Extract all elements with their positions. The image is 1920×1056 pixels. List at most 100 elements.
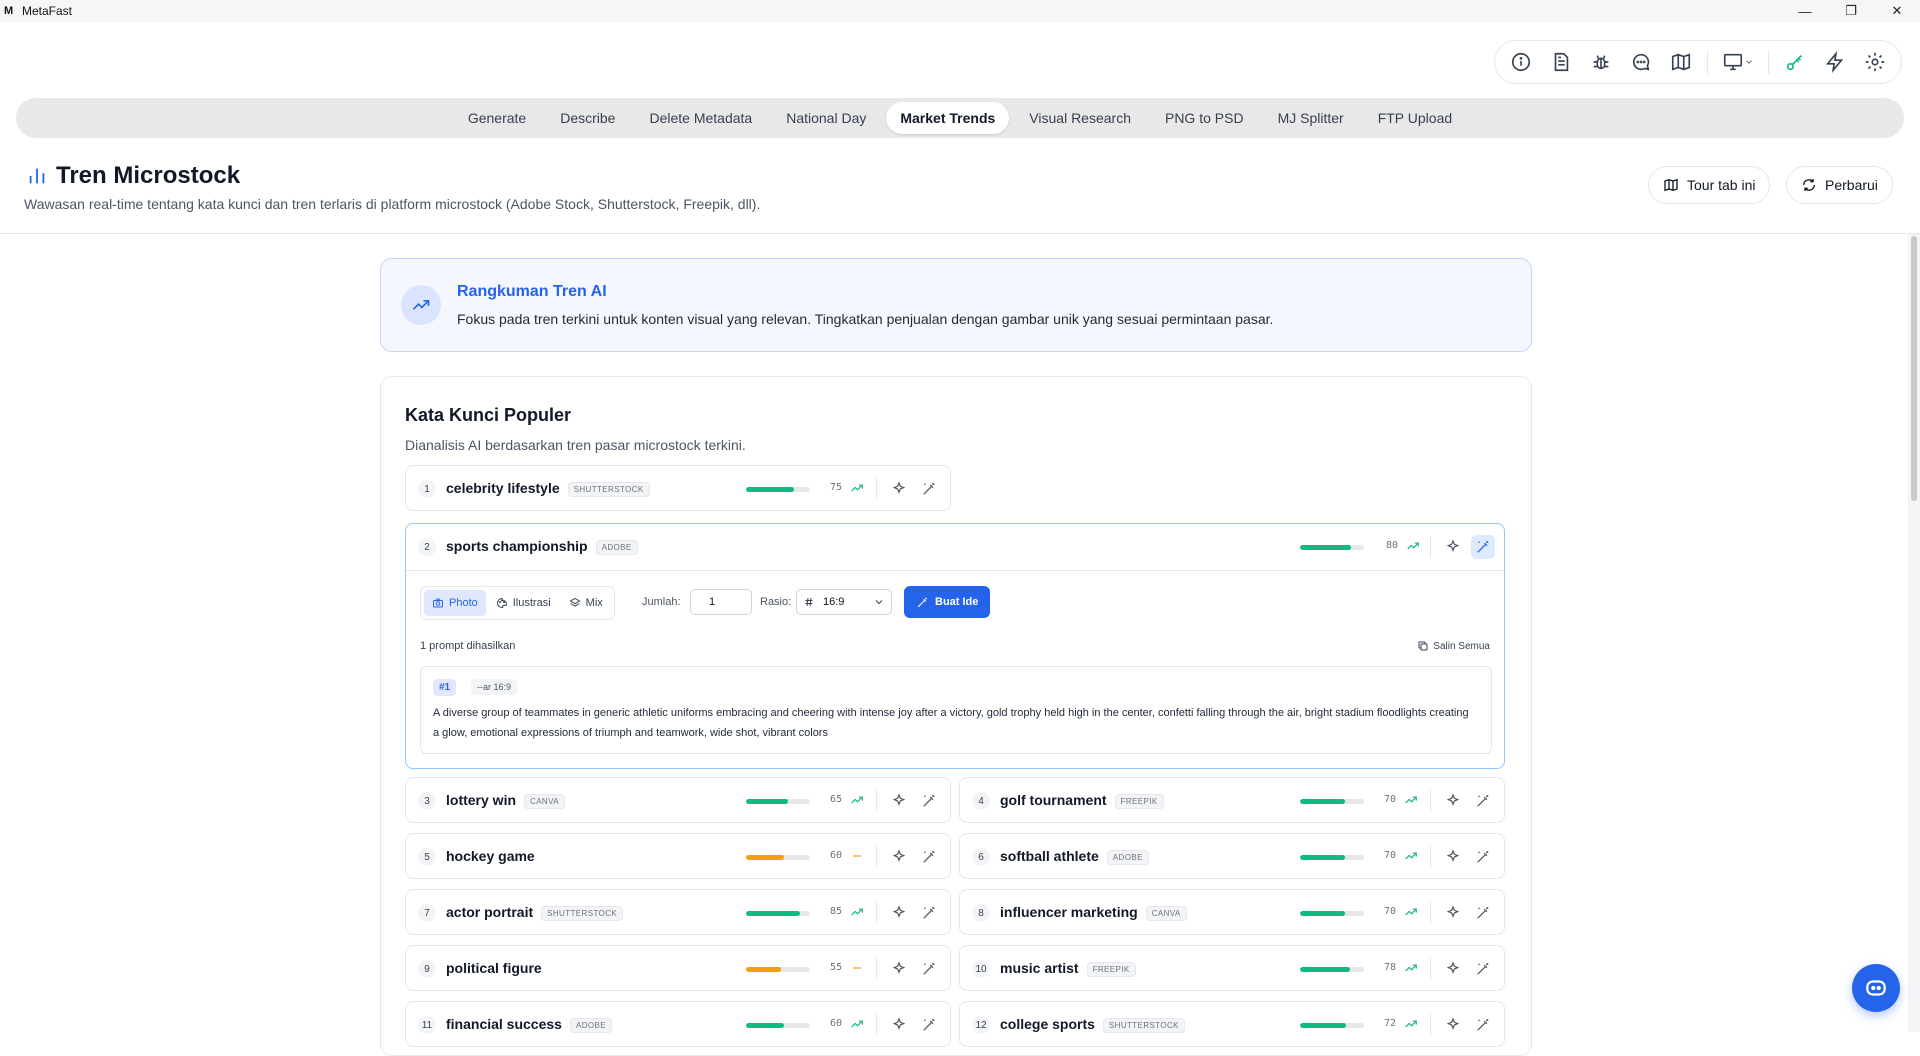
keyword-score: 72 bbox=[1384, 1018, 1397, 1029]
gear-icon[interactable] bbox=[1857, 44, 1893, 80]
mode-switcher: Photo Ilustrasi Mix bbox=[420, 586, 615, 620]
keyword-rank: 12 bbox=[972, 1016, 990, 1034]
refresh-button[interactable]: Perbarui bbox=[1786, 166, 1893, 204]
chevron-down-icon bbox=[875, 600, 883, 605]
magic-wand-button[interactable] bbox=[917, 789, 941, 813]
bug-icon[interactable] bbox=[1583, 44, 1619, 80]
minus-icon bbox=[850, 961, 864, 975]
magic-wand-button[interactable] bbox=[917, 477, 941, 501]
sparkles-button[interactable] bbox=[1441, 957, 1465, 981]
row-divider bbox=[876, 846, 877, 868]
map-icon[interactable] bbox=[1663, 44, 1699, 80]
keywords-title: Kata Kunci Populer bbox=[405, 405, 572, 425]
restore-button[interactable]: ❐ bbox=[1828, 0, 1874, 22]
keyword-score-bar bbox=[1300, 967, 1364, 972]
chatbot-button[interactable] bbox=[1852, 964, 1900, 1012]
tab-png-to-psd[interactable]: PNG to PSD bbox=[1151, 102, 1258, 134]
mode-illustration-button[interactable]: Ilustrasi bbox=[488, 590, 559, 616]
tab-ftp-upload[interactable]: FTP Upload bbox=[1364, 102, 1466, 134]
keyword-score: 75 bbox=[830, 482, 843, 493]
tab-generate[interactable]: Generate bbox=[454, 102, 540, 134]
magic-wand-button[interactable] bbox=[1471, 901, 1495, 925]
minimize-button[interactable]: — bbox=[1782, 0, 1828, 22]
lightning-icon[interactable] bbox=[1817, 44, 1853, 80]
keyword-row[interactable]: 4 golf tournament FREEPIK 70 bbox=[959, 777, 1505, 823]
magic-wand-button[interactable] bbox=[1471, 845, 1495, 869]
magic-wand-button[interactable] bbox=[1471, 789, 1495, 813]
magic-wand-button[interactable] bbox=[1471, 1013, 1495, 1037]
tab-visual-research[interactable]: Visual Research bbox=[1015, 102, 1145, 134]
close-button[interactable]: ✕ bbox=[1874, 0, 1920, 22]
sparkles-button[interactable] bbox=[1441, 535, 1465, 559]
sparkles-button[interactable] bbox=[887, 1013, 911, 1037]
chat-icon[interactable] bbox=[1623, 44, 1659, 80]
keyword-row[interactable]: 8 influencer marketing CANVA 70 bbox=[959, 889, 1505, 935]
main-tabs: Generate Describe Delete Metadata Nation… bbox=[16, 98, 1904, 138]
mode-mix-button[interactable]: Mix bbox=[561, 590, 611, 616]
magic-wand-button[interactable] bbox=[1471, 957, 1495, 981]
copy-all-button[interactable]: Salin Semua bbox=[1417, 636, 1490, 656]
sparkles-button[interactable] bbox=[887, 789, 911, 813]
keyword-score: 60 bbox=[830, 850, 843, 861]
document-icon[interactable] bbox=[1543, 44, 1579, 80]
generate-ideas-button[interactable]: Buat Ide bbox=[904, 586, 991, 618]
keyword-row[interactable]: 9 political figure 55 bbox=[405, 945, 951, 991]
tab-delete-metadata[interactable]: Delete Metadata bbox=[635, 102, 766, 134]
keyword-row[interactable]: 10 music artist FREEPIK 78 bbox=[959, 945, 1505, 991]
keyword-name: hockey game bbox=[446, 848, 535, 864]
magic-wand-button[interactable] bbox=[917, 957, 941, 981]
sparkles-button[interactable] bbox=[1441, 845, 1465, 869]
tab-national-day[interactable]: National Day bbox=[772, 102, 880, 134]
keyword-row[interactable]: 6 softball athlete ADOBE 70 bbox=[959, 833, 1505, 879]
keyword-score-bar bbox=[1300, 911, 1364, 916]
keyword-row[interactable]: 1 celebrity lifestyle SHUTTERSTOCK 75 bbox=[405, 465, 951, 511]
keyword-row[interactable]: 5 hockey game 60 bbox=[405, 833, 951, 879]
keyword-row[interactable]: 11 financial success ADOBE 60 bbox=[405, 1001, 951, 1047]
keyword-score: 60 bbox=[830, 1018, 843, 1029]
divider bbox=[406, 570, 1504, 571]
toolbar-divider bbox=[1707, 50, 1708, 74]
tour-button[interactable]: Tour tab ini bbox=[1648, 166, 1771, 204]
magic-wand-button[interactable] bbox=[917, 901, 941, 925]
camera-icon bbox=[433, 598, 443, 608]
tab-market-trends[interactable]: Market Trends bbox=[886, 102, 1010, 134]
sparkles-button[interactable] bbox=[887, 845, 911, 869]
sparkles-button[interactable] bbox=[887, 901, 911, 925]
keyword-row[interactable]: 7 actor portrait SHUTTERSTOCK 85 bbox=[405, 889, 951, 935]
quantity-input[interactable] bbox=[690, 589, 752, 615]
magic-wand-button[interactable] bbox=[1471, 535, 1495, 559]
scrollbar-thumb[interactable] bbox=[1911, 236, 1917, 501]
sparkles-button[interactable] bbox=[1441, 789, 1465, 813]
prompt-index-badge: #1 bbox=[433, 679, 457, 696]
magic-wand-button[interactable] bbox=[917, 845, 941, 869]
sparkles-button[interactable] bbox=[1441, 1013, 1465, 1037]
magic-wand-icon bbox=[923, 907, 935, 919]
mode-photo-button[interactable]: Photo bbox=[424, 590, 486, 616]
info-icon[interactable] bbox=[1503, 44, 1539, 80]
row-divider bbox=[1430, 902, 1431, 924]
sparkles-button[interactable] bbox=[1441, 901, 1465, 925]
tab-describe[interactable]: Describe bbox=[546, 102, 629, 134]
keyword-score: 55 bbox=[830, 962, 843, 973]
top-toolbar bbox=[1494, 40, 1902, 84]
magic-wand-icon bbox=[923, 963, 935, 975]
ratio-select-value: 16:9 bbox=[823, 596, 845, 608]
keyword-name: college sports SHUTTERSTOCK bbox=[1000, 1016, 1185, 1033]
ratio-select[interactable]: 16:9 bbox=[796, 589, 892, 615]
keyword-score-bar bbox=[746, 487, 810, 492]
prompt-card[interactable]: #1 --ar 16:9 A diverse group of teammate… bbox=[420, 666, 1492, 754]
key-icon[interactable] bbox=[1777, 44, 1813, 80]
tab-mj-splitter[interactable]: MJ Splitter bbox=[1264, 102, 1358, 134]
magic-wand-button[interactable] bbox=[917, 1013, 941, 1037]
copy-all-label: Salin Semua bbox=[1433, 640, 1490, 652]
keyword-name: political figure bbox=[446, 960, 542, 976]
keyword-rank: 4 bbox=[972, 792, 990, 810]
keyword-row[interactable]: 3 lottery win CANVA 65 bbox=[405, 777, 951, 823]
prompt-aspect-badge: --ar 16:9 bbox=[471, 679, 518, 695]
page-scrollbar[interactable] bbox=[1908, 234, 1920, 1032]
sparkles-button[interactable] bbox=[887, 477, 911, 501]
monitor-icon[interactable] bbox=[1716, 44, 1760, 80]
sparkles-button[interactable] bbox=[887, 957, 911, 981]
ratio-label: Rasio: bbox=[760, 596, 792, 608]
keyword-row[interactable]: 12 college sports SHUTTERSTOCK 72 bbox=[959, 1001, 1505, 1047]
